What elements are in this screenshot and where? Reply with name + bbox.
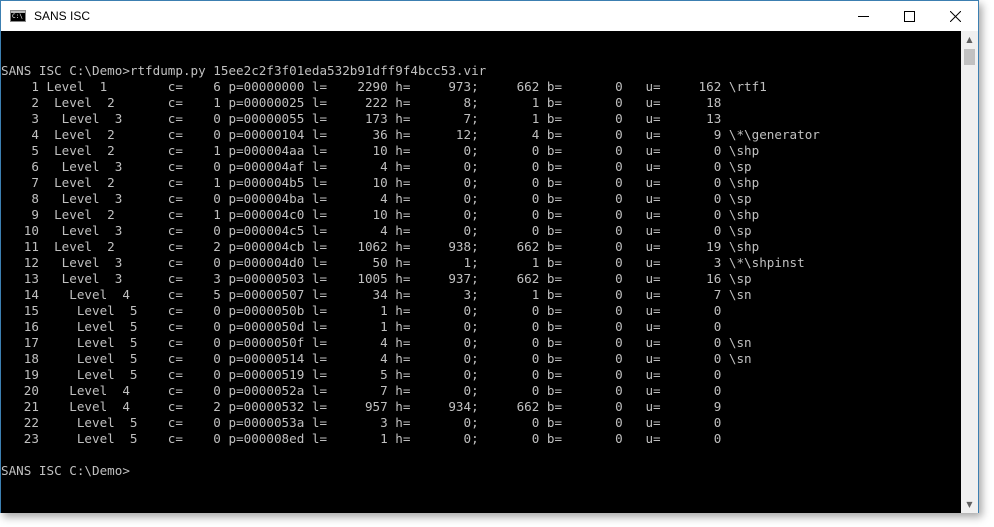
close-button[interactable] [932,1,978,31]
output-row: 5 Level 2 c= 1 p=000004aa l= 10 h= 0; 0 … [1,143,760,158]
output-row: 2 Level 2 c= 1 p=00000025 l= 222 h= 8; 1… [1,95,722,110]
output-row: 12 Level 3 c= 0 p=000004d0 l= 50 h= 1; 1… [1,255,805,270]
console-window: SANS ISC SANS ISC C:\Demo>rtfdump.py 15e… [0,0,979,513]
scroll-up-arrow-icon[interactable]: ▲ [961,31,978,48]
scrollbar-thumb[interactable] [964,49,975,65]
output-row: 11 Level 2 c= 2 p=000004cb l= 1062 h= 93… [1,239,760,254]
output-row: 3 Level 3 c= 0 p=00000055 l= 173 h= 7; 1… [1,111,722,126]
window-title: SANS ISC [34,9,91,23]
output-row: 13 Level 3 c= 3 p=00000503 l= 1005 h= 93… [1,271,752,286]
console-output[interactable]: SANS ISC C:\Demo>rtfdump.py 15ee2c2f3f01… [1,31,961,513]
output-row: 8 Level 3 c= 0 p=000004ba l= 4 h= 0; 0 b… [1,191,752,206]
output-row: 19 Level 5 c= 0 p=00000519 l= 5 h= 0; 0 … [1,367,722,382]
vertical-scrollbar[interactable]: ▲ ▼ [961,31,978,513]
minimize-button[interactable] [840,1,886,31]
prompt-line: SANS ISC C:\Demo> [1,463,130,478]
output-row: 16 Level 5 c= 0 p=0000050d l= 1 h= 0; 0 … [1,319,722,334]
output-row: 7 Level 2 c= 1 p=000004b5 l= 10 h= 0; 0 … [1,175,760,190]
minimize-icon [857,15,869,17]
console-app-icon [10,10,26,22]
output-row: 6 Level 3 c= 0 p=000004af l= 4 h= 0; 0 b… [1,159,752,174]
output-row: 15 Level 5 c= 0 p=0000050b l= 1 h= 0; 0 … [1,303,722,318]
title-bar[interactable]: SANS ISC [1,1,978,31]
output-row: 9 Level 2 c= 1 p=000004c0 l= 10 h= 0; 0 … [1,207,760,222]
command-line: SANS ISC C:\Demo>rtfdump.py 15ee2c2f3f01… [1,63,487,78]
output-row: 21 Level 4 c= 2 p=00000532 l= 957 h= 934… [1,399,722,414]
window-controls [840,1,978,31]
output-row: 18 Level 5 c= 0 p=00000514 l= 4 h= 0; 0 … [1,351,752,366]
output-row: 14 Level 4 c= 5 p=00000507 l= 34 h= 3; 1… [1,287,752,302]
output-row: 22 Level 5 c= 0 p=0000053a l= 3 h= 0; 0 … [1,415,722,430]
output-row: 4 Level 2 c= 0 p=00000104 l= 36 h= 12; 4… [1,127,820,142]
output-row: 23 Level 5 c= 0 p=000008ed l= 1 h= 0; 0 … [1,431,722,446]
close-icon [949,10,961,22]
output-row: 20 Level 4 c= 0 p=0000052a l= 7 h= 0; 0 … [1,383,722,398]
maximize-button[interactable] [886,1,932,31]
output-row: 10 Level 3 c= 0 p=000004c5 l= 4 h= 0; 0 … [1,223,752,238]
output-row: 17 Level 5 c= 0 p=0000050f l= 4 h= 0; 0 … [1,335,752,350]
output-row: 1 Level 1 c= 6 p=00000000 l= 2290 h= 973… [1,79,767,94]
scroll-down-arrow-icon[interactable]: ▼ [961,496,978,513]
maximize-icon [903,10,915,22]
